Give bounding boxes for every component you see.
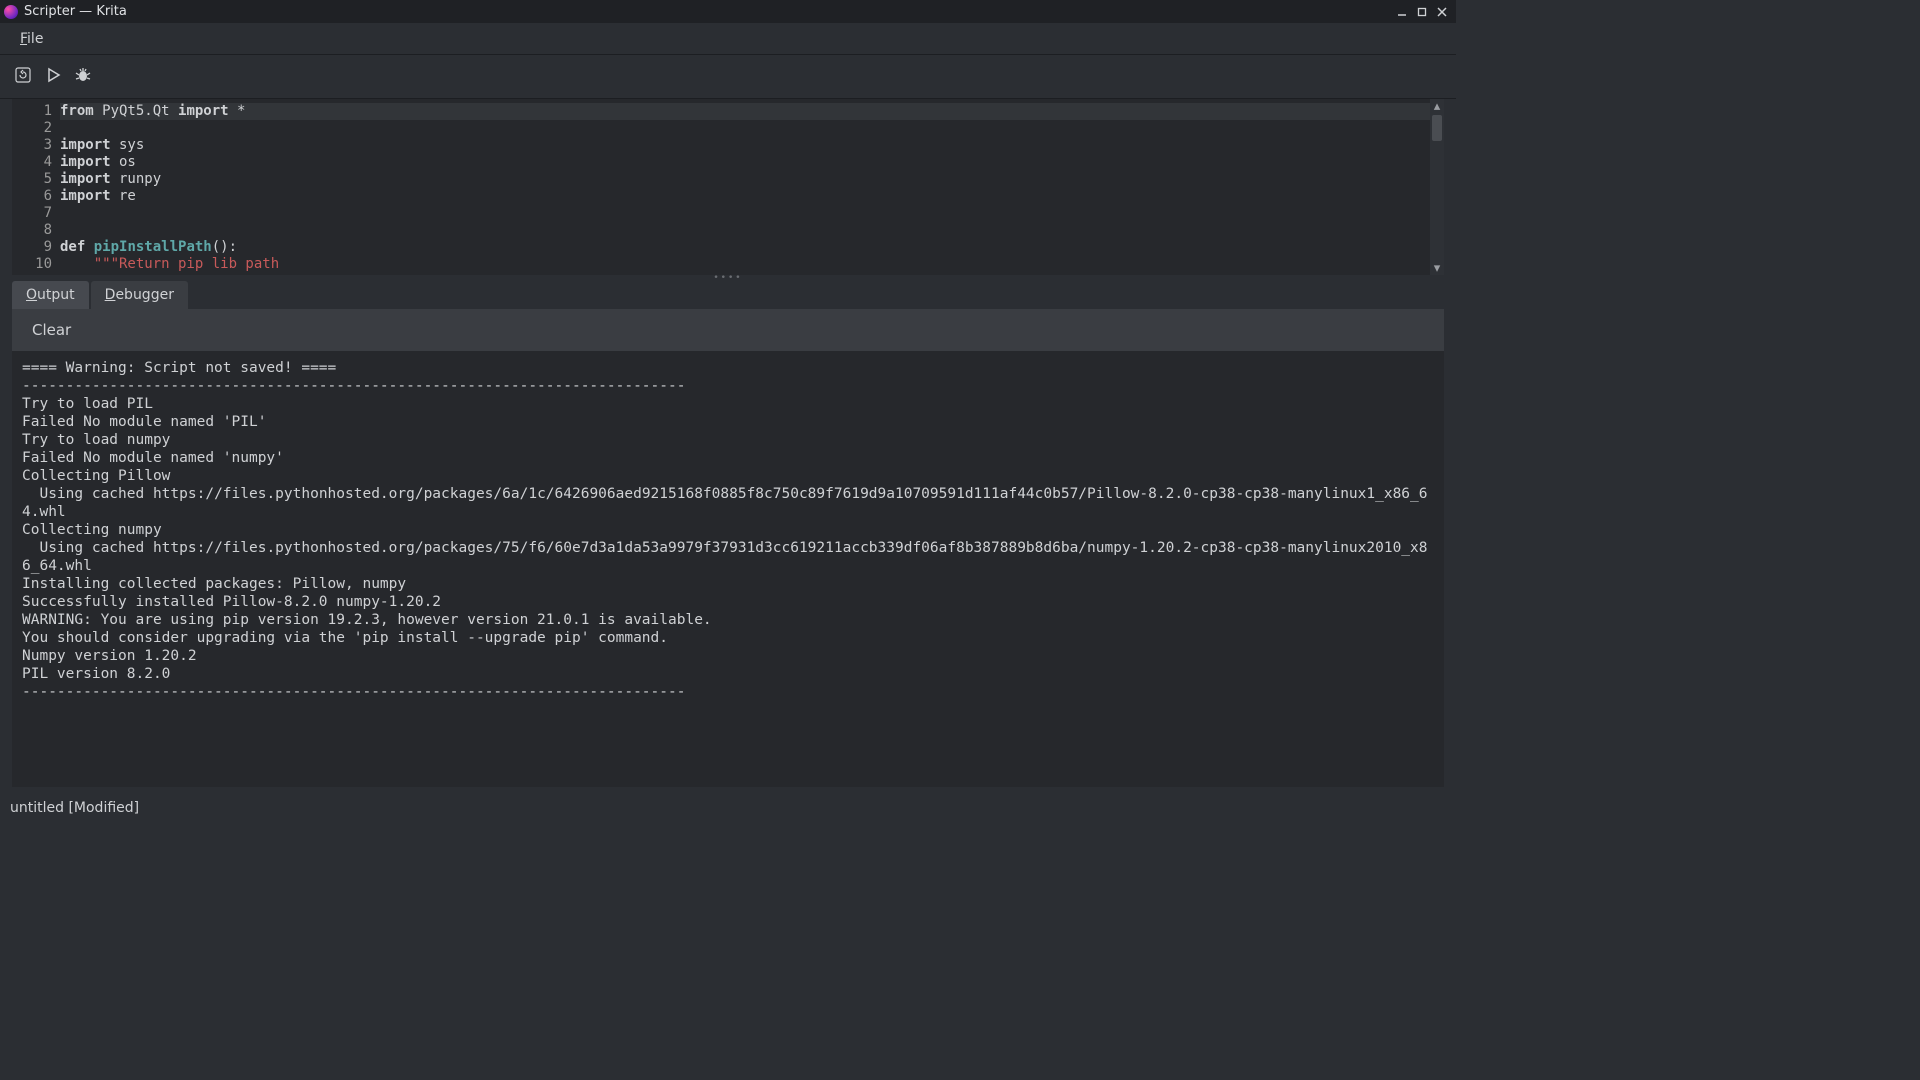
statusbar: untitled [Modified] (0, 795, 1456, 821)
debug-button[interactable] (72, 66, 94, 88)
output-area[interactable]: ==== Warning: Script not saved! ==== ---… (12, 351, 1444, 787)
status-text: untitled [Modified] (10, 800, 139, 816)
scroll-thumb[interactable] (1432, 115, 1442, 141)
scroll-down-icon[interactable]: ▾ (1430, 261, 1444, 275)
tab-debugger[interactable]: Debugger (91, 281, 188, 309)
output-toolbar: Clear (12, 309, 1444, 351)
scroll-up-icon[interactable]: ▴ (1430, 99, 1444, 113)
app-icon (4, 5, 18, 19)
line-gutter: 12345678910 (12, 99, 60, 275)
minimize-button[interactable] (1392, 3, 1412, 21)
menu-file[interactable]: File (12, 27, 51, 51)
editor-scrollbar[interactable]: ▴ ▾ (1430, 99, 1444, 275)
tab-output[interactable]: Output (12, 281, 89, 309)
bottom-tabbar: Output Debugger (12, 281, 1444, 309)
reload-button[interactable] (12, 66, 34, 88)
bug-icon (74, 66, 92, 88)
code-editor[interactable]: 12345678910 from PyQt5.Qt import *import… (12, 99, 1444, 275)
titlebar: Scripter — Krita (0, 0, 1456, 23)
clear-button[interactable]: Clear (28, 319, 75, 341)
menubar: File (0, 23, 1456, 55)
window-title: Scripter — Krita (24, 4, 127, 19)
run-button[interactable] (42, 66, 64, 88)
close-button[interactable] (1432, 3, 1452, 21)
code-area[interactable]: from PyQt5.Qt import *import sysimport o… (60, 99, 1430, 275)
maximize-button[interactable] (1412, 3, 1432, 21)
toolbar (0, 55, 1456, 99)
grip-icon: •••• (713, 276, 742, 280)
reload-icon (14, 66, 32, 88)
play-icon (44, 66, 62, 88)
